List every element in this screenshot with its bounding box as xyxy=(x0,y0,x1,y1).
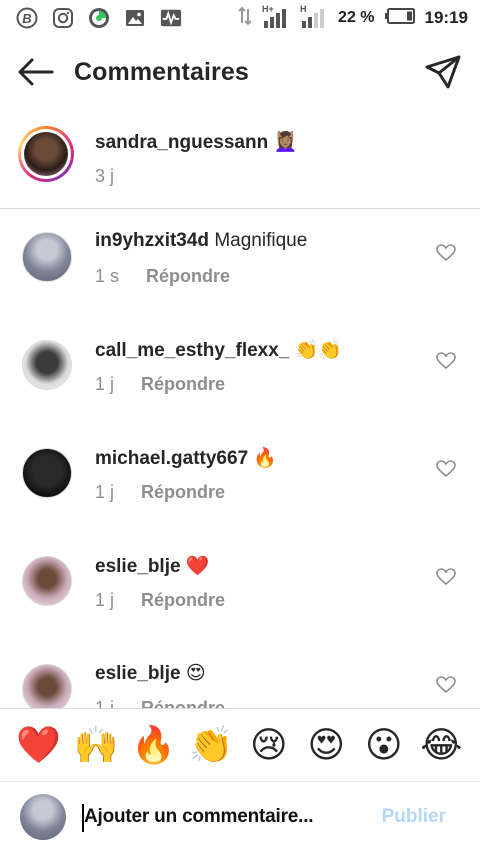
caption-text: sandra_nguessann 💆🏽‍♀️ xyxy=(95,130,297,154)
heart-icon[interactable] xyxy=(436,676,456,694)
system-status: H+ H 22 % 19:19 xyxy=(238,0,468,36)
emoji-heart[interactable]: ❤️ xyxy=(15,725,63,765)
comment-input[interactable]: Ajouter un commentaire... xyxy=(84,806,314,828)
comment-meta: 1 j Répondre xyxy=(95,590,225,611)
reply-button[interactable]: Répondre xyxy=(141,590,225,611)
page-title: Commentaires xyxy=(74,58,249,86)
comment-avatar[interactable] xyxy=(22,232,72,282)
emoji-bar: ❤️ 🙌 🔥 👏 😢 😍 😮 😂 xyxy=(0,708,480,782)
emoji-raising-hands[interactable]: 🙌 xyxy=(72,725,120,765)
heart-icon[interactable] xyxy=(436,352,456,370)
comment-time: 1 j xyxy=(95,590,115,610)
comment-row: call_me_esthy_flexx_ 👏👏 1 j Répondre xyxy=(0,340,480,448)
emoji-fire[interactable]: 🔥 xyxy=(130,725,178,765)
heart-icon[interactable] xyxy=(436,460,456,478)
clock: 19:19 xyxy=(424,8,468,27)
comment-time: 1 s xyxy=(95,266,120,286)
comment-time: 1 j xyxy=(95,374,115,394)
comment-meta: 1 s Répondre xyxy=(95,266,230,287)
notification-icons: B xyxy=(16,7,182,29)
emoji-surprised[interactable]: 😮 xyxy=(360,725,408,765)
comment-text: eslie_blje ❤️ xyxy=(95,554,210,578)
heart-icon[interactable] xyxy=(436,244,456,262)
back-arrow-icon[interactable] xyxy=(16,56,56,88)
comment-meta: 1 j Répondre xyxy=(95,482,225,503)
header: Commentaires xyxy=(0,44,480,100)
reply-button[interactable]: Répondre xyxy=(146,266,230,287)
comment-input-bar: Ajouter un commentaire... Publier xyxy=(0,782,480,854)
comment-avatar[interactable] xyxy=(22,448,72,498)
emoji-clap[interactable]: 👏 xyxy=(187,725,235,765)
emoji-heart-eyes[interactable]: 😍 xyxy=(302,725,350,765)
comment-avatar[interactable] xyxy=(22,340,72,390)
caption-avatar[interactable] xyxy=(18,126,74,182)
green-app-icon xyxy=(88,7,110,29)
reply-button[interactable]: Répondre xyxy=(141,482,225,503)
comment-body: Magnifique xyxy=(214,230,308,251)
caption-emoji: 💆🏽‍♀️ xyxy=(273,132,298,153)
comment-text: michael.gatty667 🔥 xyxy=(95,446,277,470)
comment-username[interactable]: eslie_blje xyxy=(95,556,181,577)
comment-meta: 1 j Répondre xyxy=(95,374,225,395)
caption-time: 3 j xyxy=(95,166,115,186)
instagram-icon xyxy=(52,7,74,29)
reply-button[interactable]: Répondre xyxy=(141,374,225,395)
status-bar: B H+ H 22 % 19:19 xyxy=(0,0,480,36)
comment-username[interactable]: michael.gatty667 xyxy=(95,448,248,469)
comment-username[interactable]: in9yhzxit34d xyxy=(95,230,209,251)
caption-username[interactable]: sandra_nguessann xyxy=(95,132,268,153)
comment-body: ❤️ xyxy=(185,556,210,577)
comment-time: 1 j xyxy=(95,482,115,502)
comment-body: 😍 xyxy=(185,663,206,684)
heart-icon[interactable] xyxy=(436,568,456,586)
battery-icon xyxy=(384,7,415,29)
comment-username[interactable]: call_me_esthy_flexx_ xyxy=(95,340,289,361)
comment-avatar[interactable] xyxy=(22,664,72,714)
emoji-crying[interactable]: 😢 xyxy=(245,725,293,765)
post-caption: sandra_nguessann 💆🏽‍♀️ 3 j xyxy=(0,122,480,209)
signal-icon: H+ xyxy=(262,4,290,29)
user-avatar xyxy=(20,794,66,840)
comment-row: eslie_blje ❤️ 1 j Répondre xyxy=(0,556,480,664)
comment-username[interactable]: eslie_blje xyxy=(95,663,181,684)
comment-text: eslie_blje 😍 xyxy=(95,662,206,685)
signal-icon-2: H xyxy=(300,4,328,29)
comment-row: michael.gatty667 🔥 1 j Répondre xyxy=(0,448,480,556)
comment-row: in9yhzxit34d Magnifique 1 s Répondre xyxy=(0,230,480,340)
image-icon xyxy=(124,7,146,29)
comment-body: 👏👏 xyxy=(294,340,342,361)
svg-text:B: B xyxy=(22,11,31,26)
data-transfer-icon xyxy=(238,6,252,31)
activity-icon xyxy=(160,7,182,29)
comment-text: in9yhzxit34d Magnifique xyxy=(95,230,307,252)
send-icon[interactable] xyxy=(424,54,462,90)
comment-avatar[interactable] xyxy=(22,556,72,606)
comment-text: call_me_esthy_flexx_ 👏👏 xyxy=(95,338,342,362)
comment-body: 🔥 xyxy=(253,448,278,469)
publish-button[interactable]: Publier xyxy=(382,806,446,828)
battery-percent: 22 % xyxy=(338,9,375,26)
b-circle-icon: B xyxy=(16,7,38,29)
emoji-laughing[interactable]: 😂 xyxy=(417,725,465,765)
